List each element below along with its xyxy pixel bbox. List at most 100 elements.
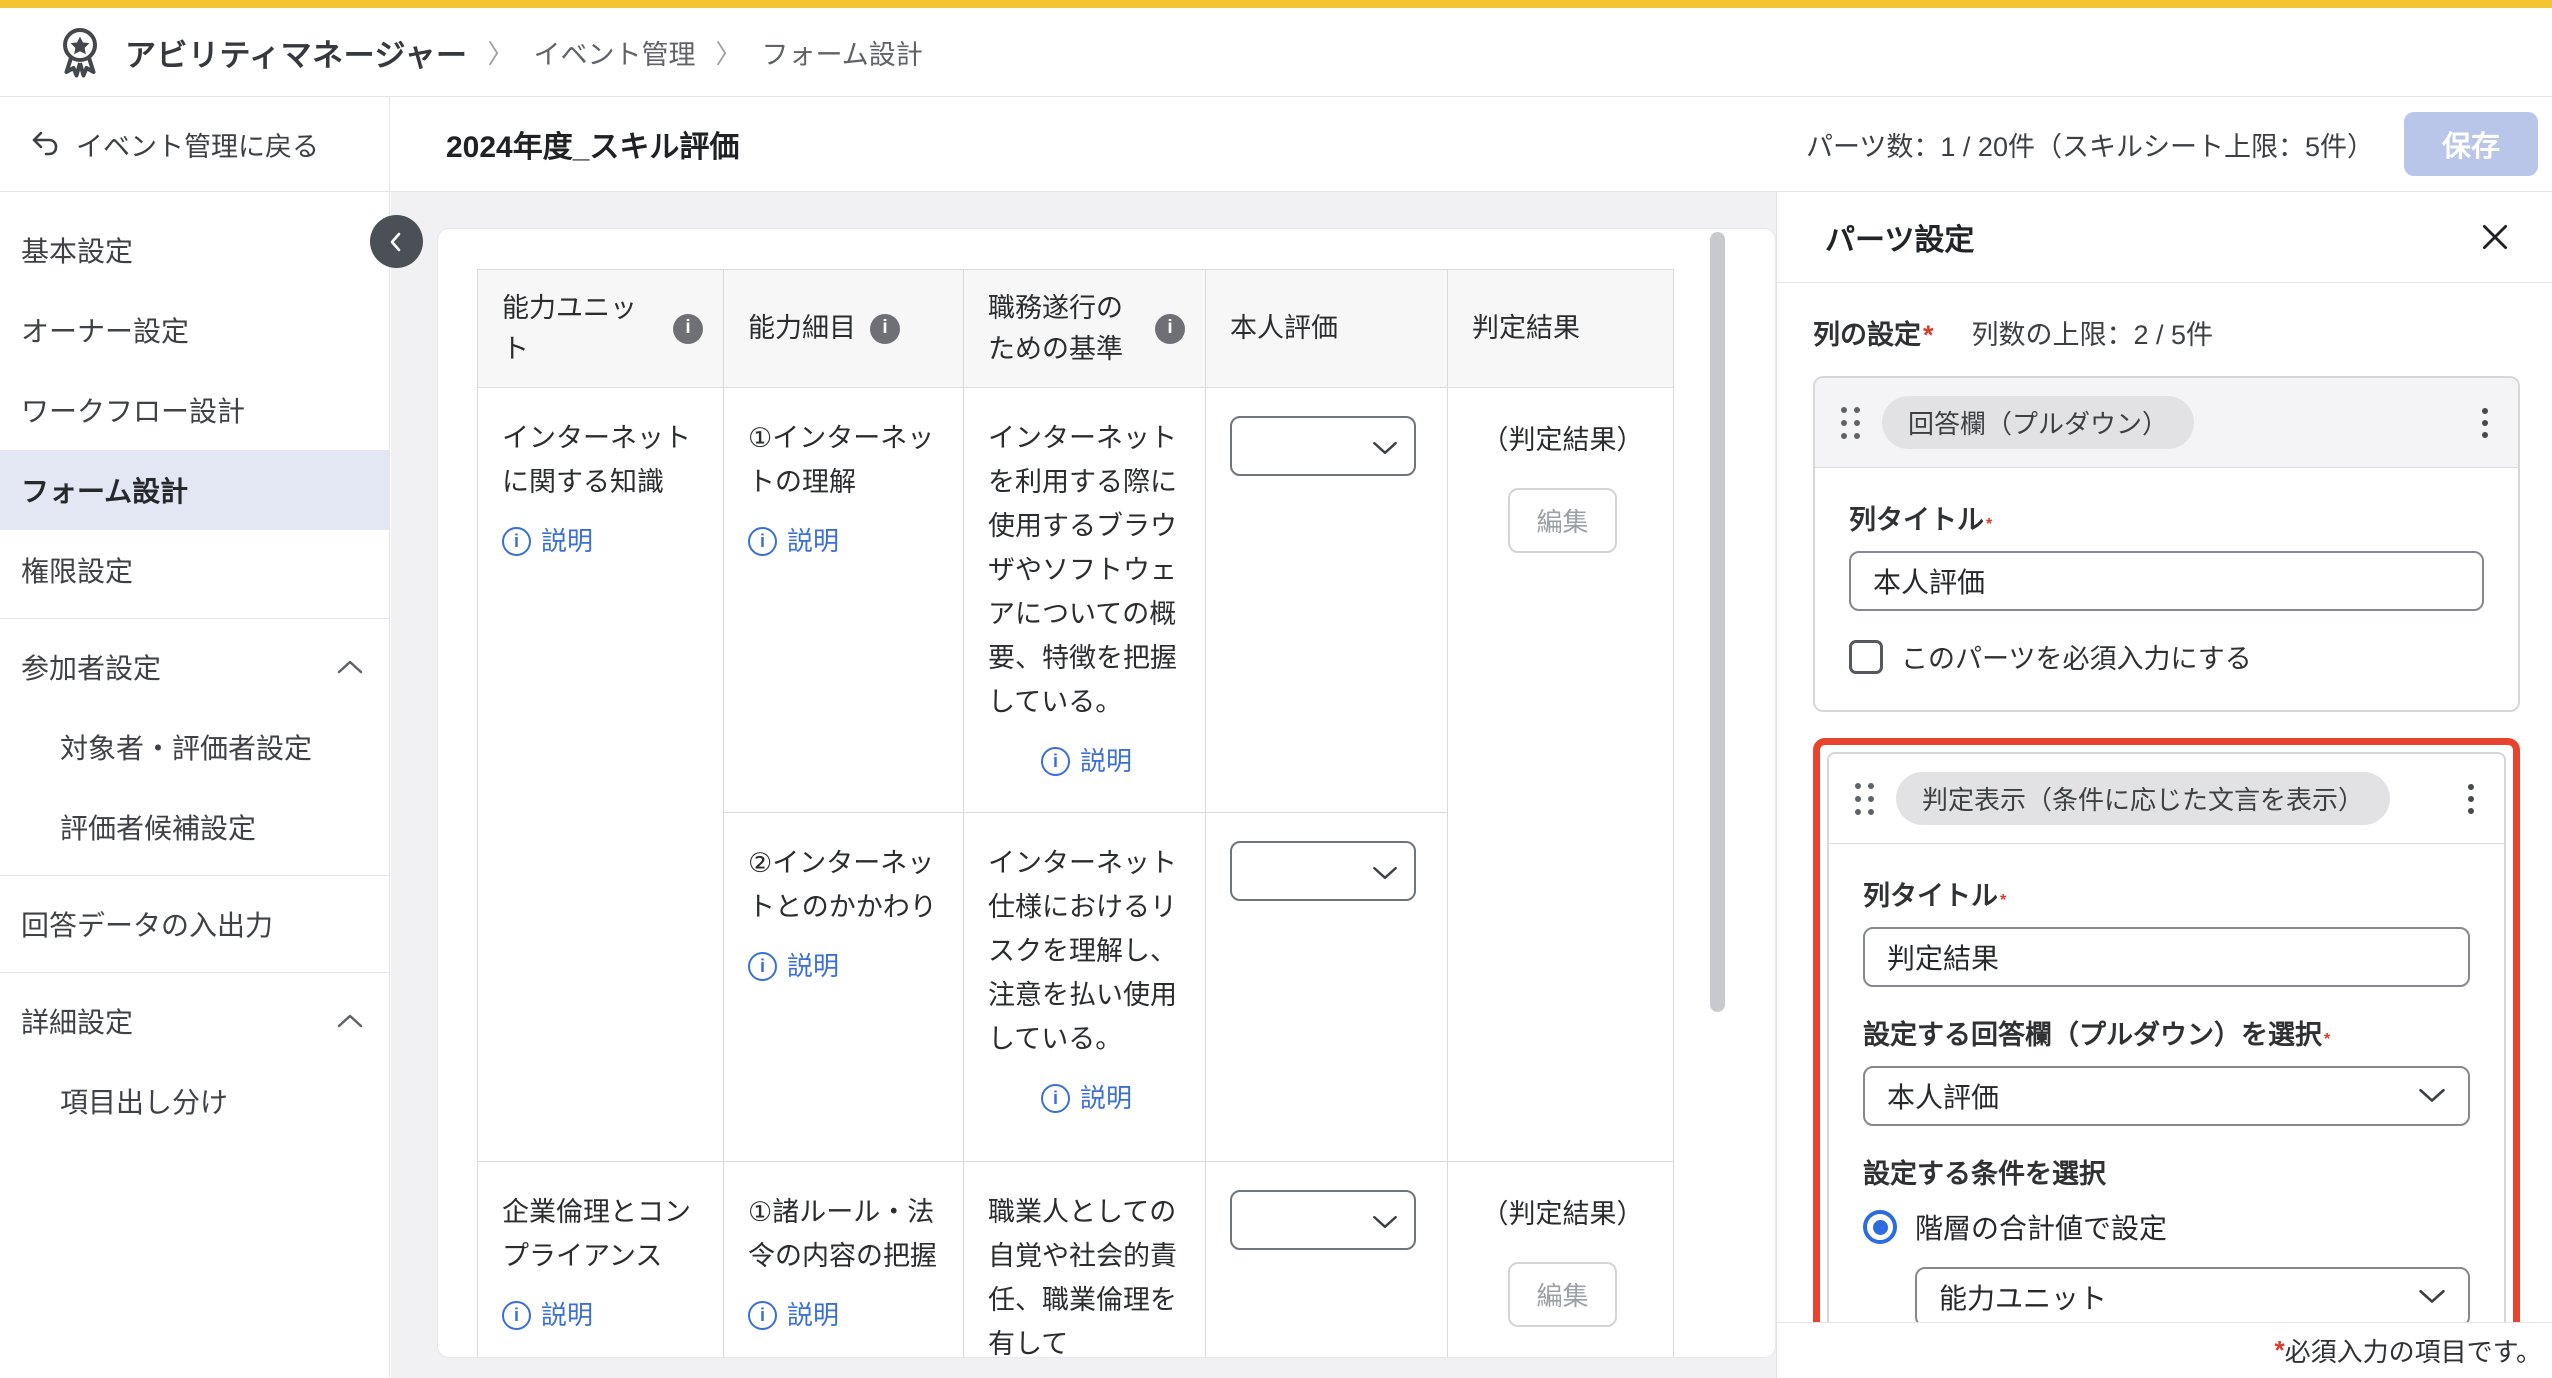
- radio-selected[interactable]: [1863, 1210, 1897, 1244]
- info-icon[interactable]: i: [673, 314, 703, 344]
- select-value: 本人評価: [1887, 1076, 1999, 1116]
- column-header-self-rating: 本人評価: [1206, 270, 1448, 388]
- select-value: 能力ユニット: [1939, 1277, 2107, 1317]
- drag-handle-icon[interactable]: [1855, 783, 1874, 815]
- selected-part-highlight: 判定表示（条件に応じた文言を表示） 列タイトル* 判定結果 設定する回答欄（プル…: [1813, 738, 2520, 1377]
- target-pulldown-label: 設定する回答欄（プルダウン）を選択: [1863, 1020, 2322, 1050]
- criteria-cell: インターネットを利用する際に使用するブラウザやソフトウェアについての概要、特徴を…: [964, 388, 1206, 813]
- required-input-checkbox-row[interactable]: このパーツを必須入力にする: [1849, 637, 2484, 676]
- sidebar-item-label: オーナー設定: [21, 310, 189, 350]
- part-card-body: 列タイトル* 判定結果 設定する回答欄（プルダウン）を選択* 本人評価 設定する…: [1829, 844, 2504, 1361]
- description-link[interactable]: i 説明: [502, 520, 593, 562]
- description-label: 説明: [787, 520, 839, 562]
- app-header: アビリティマネージャー 〉 イベント管理 〉 フォーム設計: [0, 8, 2552, 97]
- condition-label: 設定する条件を選択: [1863, 1159, 2106, 1189]
- close-icon: [2478, 220, 2512, 254]
- description-link[interactable]: i説明: [748, 945, 839, 987]
- sidebar-item-label: 項目出し分け: [60, 1081, 228, 1121]
- description-label: 説明: [1080, 740, 1132, 782]
- table-row: インターネットに関する知識 i 説明 ①インターネットの理解 i説明 インターネッ…: [478, 388, 1674, 813]
- drag-handle-icon[interactable]: [1841, 407, 1860, 439]
- chevron-down-icon: [2418, 1088, 2446, 1104]
- parts-settings-panel: パーツ設定 列の設定* 列数の上限：2 / 5件 回答欄（プルダウン） 列タイト…: [1776, 192, 2552, 1378]
- description-link[interactable]: i説明: [1041, 740, 1132, 782]
- checkbox[interactable]: [1849, 640, 1883, 674]
- info-icon: i: [748, 1301, 777, 1330]
- info-icon: i: [1041, 1084, 1070, 1113]
- rating-select[interactable]: [1230, 1190, 1416, 1250]
- description-label: 説明: [541, 520, 593, 562]
- kebab-menu-icon[interactable]: [2464, 780, 2478, 818]
- ability-detail-cell: ②インターネットとのかかわり i説明: [724, 813, 964, 1162]
- part-card-body: 列タイトル* 本人評価 このパーツを必須入力にする: [1815, 468, 2518, 710]
- close-panel-button[interactable]: [2478, 220, 2512, 254]
- app-window: アビリティマネージャー 〉 イベント管理 〉 フォーム設計 イベント管理に戻る …: [0, 0, 2552, 1378]
- target-pulldown-select[interactable]: 本人評価: [1863, 1066, 2470, 1126]
- result-placeholder-text: （判定結果）: [1472, 418, 1653, 462]
- ability-detail-cell: ①インターネットの理解 i説明: [724, 388, 964, 813]
- column-title-input[interactable]: 判定結果: [1863, 927, 2470, 987]
- column-header-ability-unit: 能力ユニットi: [478, 270, 724, 388]
- skill-sheet-card: 能力ユニットi 能力細目i 職務遂行のための基準i 本人評価 判定結果: [437, 228, 1776, 1358]
- chevron-down-icon: [1372, 1215, 1398, 1230]
- column-header-label: 判定結果: [1472, 308, 1580, 349]
- app-title: アビリティマネージャー: [125, 30, 467, 75]
- description-link[interactable]: i説明: [748, 520, 839, 562]
- panel-header: パーツ設定: [1777, 192, 2552, 283]
- breadcrumb-event-management[interactable]: イベント管理: [534, 33, 696, 72]
- breadcrumb-form-design[interactable]: フォーム設計: [762, 33, 923, 72]
- sidebar-item-item-display-rules[interactable]: 項目出し分け: [0, 1061, 389, 1141]
- sidebar-divider: [0, 618, 389, 619]
- sidebar-item-permission-settings[interactable]: 権限設定: [0, 530, 389, 610]
- vertical-scrollbar-thumb[interactable]: [1710, 232, 1725, 1012]
- sidebar-item-target-evaluator-settings[interactable]: 対象者・評価者設定: [0, 707, 389, 787]
- info-icon: i: [502, 527, 531, 556]
- criteria-text: 職業人としての自覚や社会的責任、職業倫理を有して: [988, 1190, 1185, 1358]
- ability-unit-text: インターネットに関する知識: [502, 416, 703, 504]
- ability-detail-text: ①インターネットの理解: [748, 416, 943, 504]
- description-link[interactable]: i説明: [1041, 1077, 1132, 1119]
- criteria-cell: 職業人としての自覚や社会的責任、職業倫理を有して: [964, 1162, 1206, 1359]
- rating-select[interactable]: [1230, 841, 1416, 901]
- chevron-down-icon: [2418, 1289, 2446, 1305]
- rating-select[interactable]: [1230, 416, 1416, 476]
- toolbar-right: パーツ数：1 / 20件（スキルシート上限：5件） 保存: [1806, 97, 2552, 191]
- sidebar-item-basic-settings[interactable]: 基本設定: [0, 210, 389, 290]
- description-label: 説明: [541, 1294, 593, 1336]
- info-icon[interactable]: i: [870, 314, 900, 344]
- edit-button[interactable]: 編集: [1508, 488, 1616, 553]
- sidebar-item-participant-settings[interactable]: 参加者設定: [0, 627, 389, 707]
- self-rating-cell: [1206, 813, 1448, 1162]
- sidebar-item-evaluator-candidate-settings[interactable]: 評価者候補設定: [0, 787, 389, 867]
- chevron-left-icon: [384, 229, 410, 255]
- sidebar-item-response-data-io[interactable]: 回答データの入出力: [0, 884, 389, 964]
- ability-detail-text: ②インターネットとのかかわり: [748, 841, 943, 929]
- column-title-input[interactable]: 本人評価: [1849, 551, 2484, 611]
- criteria-text: インターネットを利用する際に使用するブラウザやソフトウェアについての概要、特徴を…: [988, 416, 1185, 724]
- radio-label: 階層の合計値で設定: [1915, 1207, 2167, 1247]
- ability-detail-cell: ①諸ルール・法令の内容の把握 i説明: [724, 1162, 964, 1359]
- self-rating-cell: [1206, 1162, 1448, 1359]
- info-icon[interactable]: i: [1155, 314, 1185, 344]
- panel-body: 列の設定* 列数の上限：2 / 5件 回答欄（プルダウン） 列タイトル* 本人評…: [1777, 283, 2552, 1377]
- description-label: 説明: [787, 945, 839, 987]
- result-placeholder-text: （判定結果）: [1472, 1192, 1653, 1236]
- column-title-label: 列タイトル: [1863, 881, 1998, 911]
- sidebar-item-advanced-settings[interactable]: 詳細設定: [0, 981, 389, 1061]
- sidebar-item-form-design[interactable]: フォーム設計: [0, 450, 389, 530]
- collapse-back-button[interactable]: [370, 215, 423, 268]
- back-to-events-link[interactable]: イベント管理に戻る: [0, 97, 390, 191]
- chevron-down-icon: [1372, 441, 1398, 456]
- save-button[interactable]: 保存: [2404, 112, 2538, 176]
- description-link[interactable]: i説明: [502, 1294, 593, 1336]
- required-asterisk: *: [1923, 320, 1934, 350]
- hierarchy-level-select[interactable]: 能力ユニット: [1915, 1267, 2470, 1327]
- description-link[interactable]: i説明: [748, 1294, 839, 1336]
- sidebar-item-workflow-design[interactable]: ワークフロー設計: [0, 370, 389, 450]
- sidebar-item-label: ワークフロー設計: [21, 390, 245, 430]
- sidebar-item-owner-settings[interactable]: オーナー設定: [0, 290, 389, 370]
- checkbox-label: このパーツを必須入力にする: [1901, 637, 2252, 676]
- condition-radio-row[interactable]: 階層の合計値で設定: [1863, 1207, 2470, 1247]
- edit-button[interactable]: 編集: [1508, 1262, 1616, 1327]
- kebab-menu-icon[interactable]: [2478, 404, 2492, 442]
